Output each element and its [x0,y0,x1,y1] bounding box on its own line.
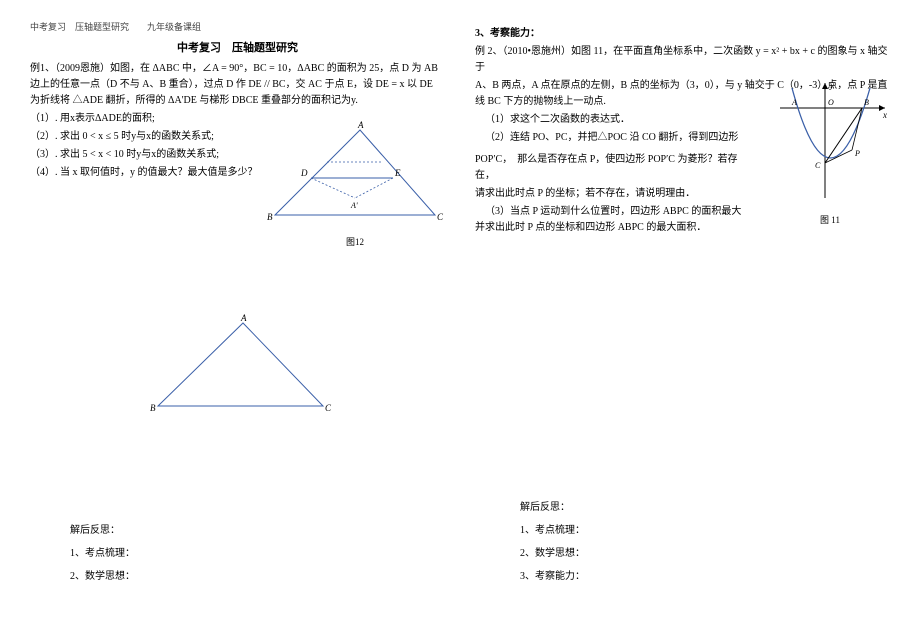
reflection-left-title: 解后反思： [70,521,135,536]
figure-11-container: x y O A B C P 图 11 [770,78,890,226]
svg-text:A: A [357,120,364,130]
svg-text:D: D [300,168,308,178]
right-q1: （1）求这个二次函数的表达式． [475,112,745,128]
figure-11-caption: 图 11 [770,213,890,226]
figure-11-svg: x y O A B C P [770,78,890,208]
svg-text:O: O [828,98,834,107]
triangle-figure: A B C [30,311,445,424]
right-q2b: POP′C， 那么是否存在点 P，使四边形 POP′C 为菱形？若存在， [475,152,745,184]
reflection-left-2: 2、数学思想： [70,567,135,582]
right-column: 3、考察能力： 例 2、（2010•恩施州）如图 11，在平面直角坐标系中，二次… [475,20,890,434]
reflection-right-2: 2、数学思想： [520,544,585,559]
figure-12-container: A B C D E A' 图12 [265,120,445,248]
svg-text:B: B [267,212,273,222]
svg-text:A': A' [350,201,358,210]
main-title: 中考复习 压轴题型研究 [30,39,445,55]
reflection-right-3: 3、考察能力： [520,567,585,582]
figure-12-svg: A B C D E A' [265,120,445,230]
figure-12-caption: 图12 [265,235,445,248]
reflection-left: 解后反思： 1、考点梳理： 2、数学思想： [70,521,135,590]
reflection-right-title: 解后反思： [520,498,585,513]
right-q2: （2）连结 PO、PC，并把△POC 沿 CO 翻折，得到四边形 [475,130,745,146]
right-q3: （3）当点 P 运动到什么位置时，四边形 ABPC 的面积最大并求出此时 P 点… [475,204,745,236]
svg-text:P: P [854,149,860,158]
svg-text:C: C [437,212,444,222]
example1-text: 例1、（2009恩施）如图，在 ΔABC 中，∠A = 90°，BC = 10，… [30,61,445,109]
svg-text:A: A [791,98,797,107]
triangle-svg: A B C [138,311,338,421]
reflection-right-1: 1、考点梳理： [520,521,585,536]
svg-text:x: x [882,110,887,120]
svg-text:C: C [325,403,332,413]
example2-line1: 例 2、（2010•恩施州）如图 11，在平面直角坐标系中，二次函数 y = x… [475,44,890,76]
svg-text:C: C [815,161,821,170]
svg-text:E: E [394,168,401,178]
reflection-left-1: 1、考点梳理： [70,544,135,559]
svg-text:B: B [864,98,869,107]
page-header: 中考复习 压轴题型研究 九年级备课组 [30,20,445,33]
svg-text:y: y [829,80,834,90]
left-column: 中考复习 压轴题型研究 九年级备课组 中考复习 压轴题型研究 例1、（2009恩… [30,20,445,434]
right-q2c: 请求出此时点 P 的坐标；若不存在，请说明理由． [475,186,745,202]
reflection-right: 解后反思： 1、考点梳理： 2、数学思想： 3、考察能力： [520,498,585,590]
svg-text:B: B [150,403,156,413]
page-container: 中考复习 压轴题型研究 九年级备课组 中考复习 压轴题型研究 例1、（2009恩… [0,0,920,454]
svg-text:A: A [240,313,247,323]
section-3-label: 3、考察能力： [475,26,890,42]
